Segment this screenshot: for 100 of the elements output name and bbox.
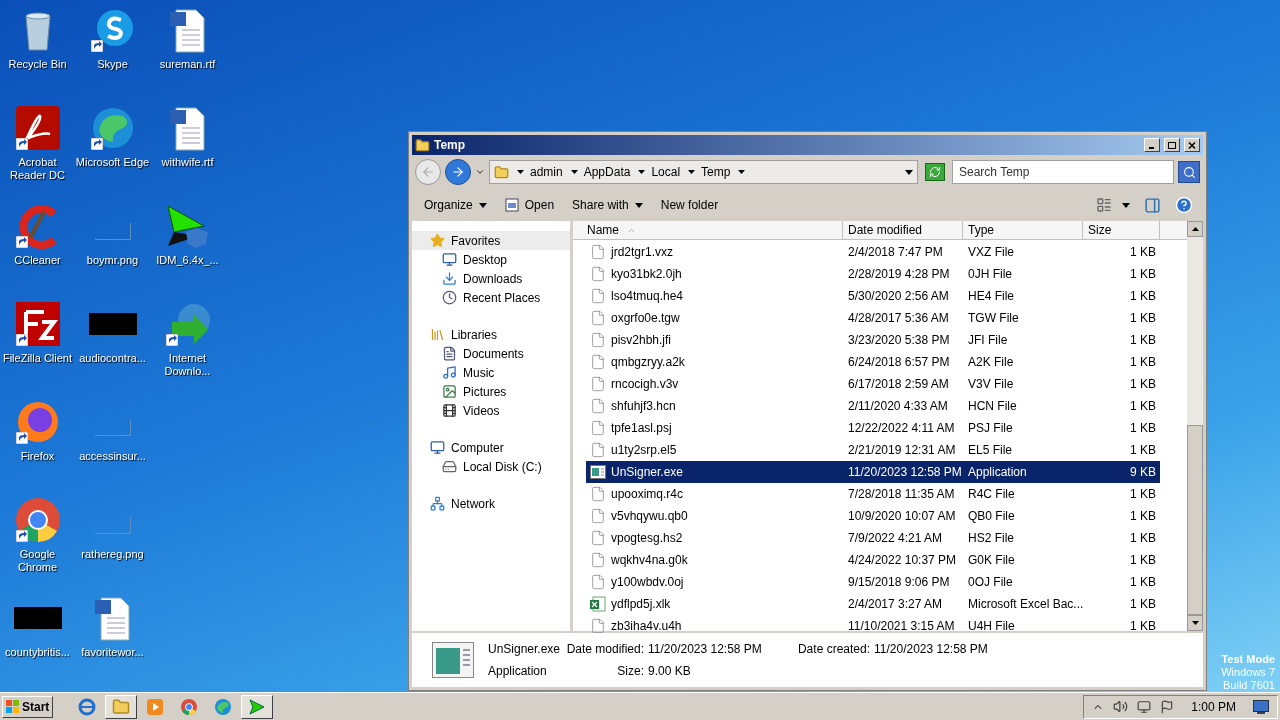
picture-icon <box>442 384 457 399</box>
desktop-icon-label[interactable]: Acrobat Reader DC <box>0 156 75 182</box>
file-icon <box>590 530 606 546</box>
detail-value: 9.00 KB <box>647 663 691 680</box>
navigation-item[interactable]: Videos <box>412 401 570 420</box>
file-row[interactable]: pisv2hbh.jfi 3/23/2020 5:38 PM JFI File 1 KB <box>586 329 1160 351</box>
minimize-button[interactable] <box>1144 138 1160 152</box>
desktop-icon-label[interactable]: sureman.rtf <box>159 58 216 71</box>
file-row[interactable]: ydflpd5j.xlk 2/4/2017 3:27 AM Microsoft Excel Bac... 1 KB <box>586 593 1160 615</box>
file-row[interactable]: vpogtesg.hs2 7/9/2022 4:21 AM HS2 File 1 KB <box>586 527 1160 549</box>
dropdown-icon <box>905 169 913 175</box>
navigation-item[interactable]: Downloads <box>412 269 570 288</box>
breadcrumb-item[interactable]: AppData <box>570 163 631 181</box>
file-icon <box>590 376 606 392</box>
size-cell-text: 1 KB <box>1129 376 1157 393</box>
type-cell-text: JFI File <box>967 332 1009 349</box>
desktop-icon-label[interactable]: rathereg.png <box>81 548 144 561</box>
toolbar-button[interactable]: Share with <box>566 193 649 217</box>
taskbar-button[interactable] <box>105 694 138 719</box>
file-row[interactable]: oxgrfo0e.tgw 4/28/2017 5:36 AM TGW File 1 KB <box>586 307 1160 329</box>
clock[interactable]: 1:00 PM <box>1183 697 1244 716</box>
forward-button[interactable] <box>445 159 471 185</box>
file-row[interactable]: y100wbdv.0oj 9/15/2018 9:06 PM 0OJ File 1 KB <box>586 571 1160 593</box>
size-cell-text: 1 KB <box>1129 266 1157 283</box>
breadcrumb-item[interactable]: Local <box>638 163 681 181</box>
navigation-item[interactable]: Music <box>412 363 570 382</box>
navigation-item[interactable]: Network <box>412 494 570 513</box>
desktop-icon-label[interactable]: Internet Downlo... <box>150 352 225 378</box>
file-name: v5vhqywu.qb0 <box>611 508 688 525</box>
desktop-icon-label[interactable]: FileZilla Client <box>2 352 73 365</box>
desktop-icon-label[interactable]: Firefox <box>20 450 55 463</box>
flag-icon[interactable] <box>1160 699 1175 714</box>
file-name: y100wbdv.0oj <box>611 574 684 591</box>
navigation-item[interactable]: Desktop <box>412 250 570 269</box>
file-name: vpogtesg.hs2 <box>611 530 683 547</box>
start-button[interactable]: Start <box>2 695 54 718</box>
breadcrumb-item[interactable]: Temp <box>688 163 731 181</box>
date-cell-text: 11/20/2023 12:58 PM <box>847 464 963 481</box>
detail-file-type: Application <box>488 663 548 680</box>
scrollbar[interactable] <box>1187 221 1203 631</box>
date-cell-text: 2/4/2018 7:47 PM <box>847 244 944 261</box>
navigation-item[interactable]: Documents <box>412 344 570 363</box>
address-bar[interactable]: admin AppData Local Temp <box>489 160 918 184</box>
navigation-item[interactable]: Recent Places <box>412 288 570 307</box>
maximize-button[interactable] <box>1164 138 1180 152</box>
navigation-item[interactable]: Favorites <box>412 231 570 250</box>
desktop-icon-label[interactable]: countybritis... <box>5 646 70 659</box>
desktop-icon-label[interactable]: IDM_6.4x_... <box>156 254 219 267</box>
search-button[interactable] <box>1178 161 1200 183</box>
desktop-icon-label[interactable]: withwife.rtf <box>161 156 214 169</box>
document-icon <box>442 346 457 361</box>
file-row[interactable]: wqkhv4na.g0k 4/24/2022 10:37 PM G0K File 1 KB <box>586 549 1160 571</box>
taskbar-button[interactable] <box>241 694 274 719</box>
desktop-icon-label[interactable]: audiocontra... <box>79 352 146 365</box>
navigation-item[interactable]: Local Disk (C:) <box>412 457 570 476</box>
file-icon <box>590 266 606 282</box>
browser-icon <box>180 697 199 716</box>
navigation-item[interactable]: Libraries <box>412 325 570 344</box>
navigation-item[interactable]: Pictures <box>412 382 570 401</box>
desktop-icon-label[interactable]: accessinsur... <box>79 450 146 463</box>
toolbar-button[interactable]: New folder <box>654 193 725 217</box>
date-cell-text: 4/24/2022 10:37 PM <box>847 552 958 569</box>
date-cell-text: 6/24/2018 6:57 PM <box>847 354 951 371</box>
file-row[interactable]: zb3iha4v.u4h 11/10/2021 3:15 AM U4H File 1 KB <box>586 615 1160 637</box>
os-notice-text: Build 7601 <box>1223 679 1275 692</box>
navigation-item[interactable]: Computer <box>412 438 570 457</box>
size-cell-text: 1 KB <box>1129 420 1157 437</box>
size-cell-text: 1 KB <box>1129 244 1157 261</box>
file-row[interactable]: lso4tmuq.he4 5/30/2020 2:56 AM HE4 File 1 KB <box>586 285 1160 307</box>
file-row[interactable]: u1ty2srp.el5 2/21/2019 12:31 AM EL5 File 1 KB <box>586 439 1160 461</box>
file-icon <box>590 244 606 260</box>
desktop-icon-label[interactable]: Skype <box>97 58 128 71</box>
desktop-icon-label[interactable]: boymr.png <box>86 254 139 267</box>
file-row[interactable]: tpfe1asl.psj 12/22/2022 4:11 AM PSJ File 1 KB <box>586 417 1160 439</box>
breadcrumb-item[interactable]: admin <box>517 163 563 181</box>
toolbar-button[interactable]: Open <box>498 193 561 217</box>
file-name: pisv2hbh.jfi <box>611 332 672 349</box>
file-row[interactable]: qmbgzryy.a2k 6/24/2018 6:57 PM A2K File 1 KB <box>586 351 1160 373</box>
file-row[interactable]: kyo31bk2.0jh 2/28/2019 4:28 PM 0JH File 1 KB <box>586 263 1160 285</box>
desktop-icon-label[interactable]: Recycle Bin <box>8 58 67 71</box>
file-name: UnSigner.exe <box>611 464 684 481</box>
date-cell-text: 4/28/2017 5:36 AM <box>847 310 950 327</box>
file-icon <box>590 552 606 568</box>
speaker-icon[interactable] <box>1113 699 1129 714</box>
date-cell-text: 10/9/2020 10:07 AM <box>847 508 957 525</box>
file-row[interactable]: UnSigner.exe 11/20/2023 12:58 PM Application 9 KB <box>586 461 1160 483</box>
desktop-icon-label[interactable]: Google Chrome <box>0 548 75 574</box>
file-row[interactable]: jrd2tgr1.vxz 2/4/2018 7:47 PM VXZ File 1 KB <box>586 241 1160 263</box>
search-field[interactable]: Search Temp <box>952 160 1174 184</box>
file-row[interactable]: upooximq.r4c 7/28/2018 11:35 AM R4C File 1 KB <box>586 483 1160 505</box>
file-row[interactable]: shfuhjf3.hcn 2/11/2020 4:33 AM HCN File 1 KB <box>586 395 1160 417</box>
show-desktop-icon[interactable] <box>1253 699 1269 714</box>
close-button[interactable] <box>1184 138 1200 152</box>
file-row[interactable]: v5vhqywu.qb0 10/9/2020 10:07 AM QB0 File 1 KB <box>586 505 1160 527</box>
toolbar-button[interactable]: Organize <box>418 193 493 217</box>
clock-icon <box>442 290 457 305</box>
desktop-icon-label[interactable]: CCleaner <box>14 254 61 267</box>
desktop-icon-label[interactable]: Microsoft Edge <box>75 156 150 169</box>
refresh-button[interactable] <box>925 163 945 181</box>
file-row[interactable]: rncocigh.v3v 6/17/2018 2:59 AM V3V File 1 KB <box>586 373 1160 395</box>
